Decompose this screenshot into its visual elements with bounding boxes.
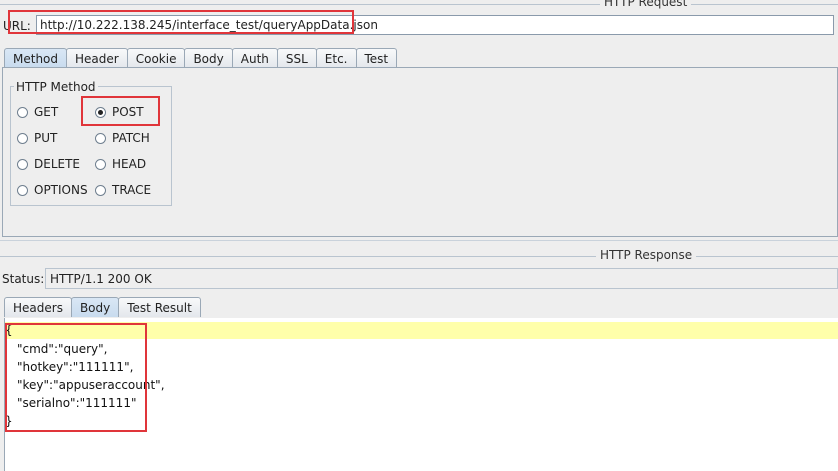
response-tabs: Headers Body Test Result bbox=[4, 297, 201, 317]
radio-icon[interactable] bbox=[17, 132, 28, 144]
radio-icon[interactable] bbox=[17, 106, 28, 118]
body-line: "cmd":"query", bbox=[17, 342, 108, 356]
body-line: "hotkey":"111111", bbox=[17, 360, 134, 374]
method-label: DELETE bbox=[34, 157, 81, 171]
method-label: POST bbox=[112, 105, 144, 119]
response-body-editor[interactable]: { "cmd":"query", "hotkey":"111111", "key… bbox=[4, 318, 838, 471]
method-label: GET bbox=[34, 105, 59, 119]
http-method-group-title: HTTP Method bbox=[14, 80, 98, 94]
method-option-put[interactable]: PUT bbox=[17, 131, 57, 145]
current-line-highlight bbox=[5, 322, 838, 339]
tab-headers[interactable]: Headers bbox=[4, 297, 72, 317]
method-label: PUT bbox=[34, 131, 58, 145]
http-request-panel: HTTP Request URL: http://10.222.138.245/… bbox=[0, 0, 838, 240]
url-label: URL: bbox=[3, 19, 31, 33]
method-option-trace[interactable]: TRACE bbox=[95, 183, 151, 197]
method-option-head[interactable]: HEAD bbox=[95, 157, 146, 171]
request-section-title: HTTP Request bbox=[600, 0, 692, 9]
method-option-get[interactable]: GET bbox=[17, 105, 58, 119]
method-label: HEAD bbox=[112, 157, 147, 171]
tab-header[interactable]: Header bbox=[66, 48, 128, 68]
tab-response-body[interactable]: Body bbox=[70, 297, 120, 317]
tab-ssl[interactable]: SSL bbox=[276, 48, 317, 68]
tab-body[interactable]: Body bbox=[184, 48, 233, 68]
body-line: "serialno":"111111" bbox=[17, 396, 137, 410]
response-separator bbox=[0, 256, 838, 257]
radio-icon[interactable] bbox=[17, 158, 28, 170]
method-option-post[interactable]: POST bbox=[95, 105, 144, 119]
tab-auth[interactable]: Auth bbox=[231, 48, 278, 68]
method-option-delete[interactable]: DELETE bbox=[17, 157, 80, 171]
tab-test-result[interactable]: Test Result bbox=[118, 297, 201, 317]
panel-splitter[interactable] bbox=[0, 240, 838, 241]
radio-icon[interactable] bbox=[95, 158, 106, 170]
status-field: HTTP/1.1 200 OK bbox=[45, 268, 838, 289]
status-label: Status: bbox=[2, 272, 45, 286]
radio-icon[interactable] bbox=[95, 132, 106, 144]
response-section-title: HTTP Response bbox=[596, 248, 697, 262]
tab-cookie[interactable]: Cookie bbox=[126, 48, 186, 68]
radio-checked-icon[interactable] bbox=[95, 106, 106, 118]
method-option-options[interactable]: OPTIONS bbox=[17, 183, 88, 197]
tab-method[interactable]: Method bbox=[4, 48, 68, 68]
request-tabs: Method Header Cookie Body Auth SSL Etc. … bbox=[4, 48, 398, 68]
method-option-patch[interactable]: PATCH bbox=[95, 131, 150, 145]
method-label: TRACE bbox=[112, 183, 152, 197]
body-line: "key":"appuseraccount", bbox=[17, 378, 165, 392]
radio-icon[interactable] bbox=[17, 184, 28, 196]
tab-etc[interactable]: Etc. bbox=[315, 48, 357, 68]
body-line: { bbox=[5, 323, 13, 337]
request-separator bbox=[0, 4, 838, 5]
body-line: } bbox=[5, 414, 13, 428]
url-input[interactable]: http://10.222.138.245/interface_test/que… bbox=[36, 15, 834, 35]
method-label: OPTIONS bbox=[34, 183, 88, 197]
radio-icon[interactable] bbox=[95, 184, 106, 196]
method-label: PATCH bbox=[112, 131, 150, 145]
tab-test[interactable]: Test bbox=[355, 48, 398, 68]
